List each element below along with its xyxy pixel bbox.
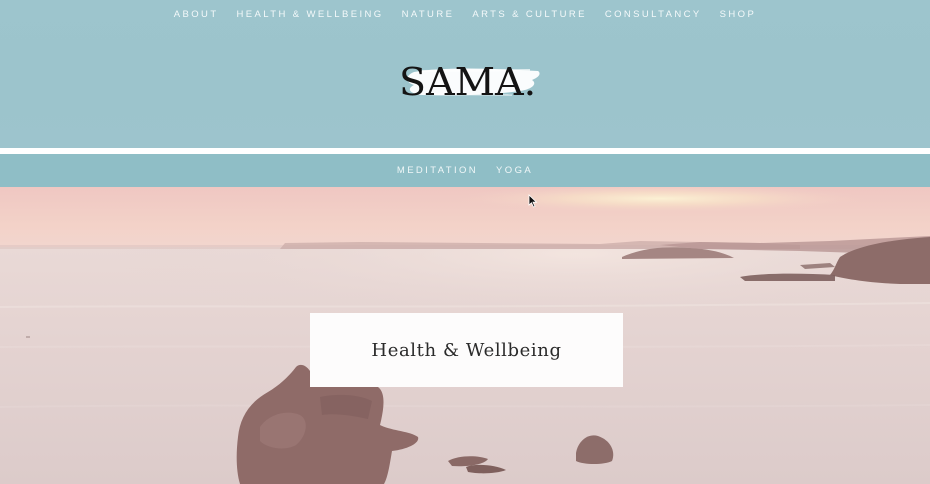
sub-nav-item-meditation[interactable]: MEDITATION	[388, 164, 487, 178]
site-header: ABOUT HEALTH & WELLBEING NATURE ARTS & C…	[0, 0, 930, 148]
hero-title-card: Health & Wellbeing	[310, 313, 623, 387]
top-nav: ABOUT HEALTH & WELLBEING NATURE ARTS & C…	[0, 8, 930, 22]
sub-nav-item-yoga[interactable]: YOGA	[487, 164, 542, 178]
nav-item-nature[interactable]: NATURE	[393, 8, 464, 22]
site-logo[interactable]: SAMA.	[392, 58, 544, 104]
nav-item-arts-culture[interactable]: ARTS & CULTURE	[463, 8, 596, 22]
hero-banner: Health & Wellbeing	[0, 187, 930, 484]
nav-item-consultancy[interactable]: CONSULTANCY	[596, 8, 711, 22]
arrow-cursor-icon	[528, 194, 538, 208]
sub-nav: MEDITATION YOGA	[0, 154, 930, 187]
logo-text: SAMA.	[399, 60, 537, 104]
nav-item-shop[interactable]: SHOP	[711, 8, 766, 22]
hero-title: Health & Wellbeing	[371, 339, 562, 361]
nav-item-about[interactable]: ABOUT	[165, 8, 228, 22]
nav-item-health-wellbeing[interactable]: HEALTH & WELLBEING	[228, 8, 393, 22]
